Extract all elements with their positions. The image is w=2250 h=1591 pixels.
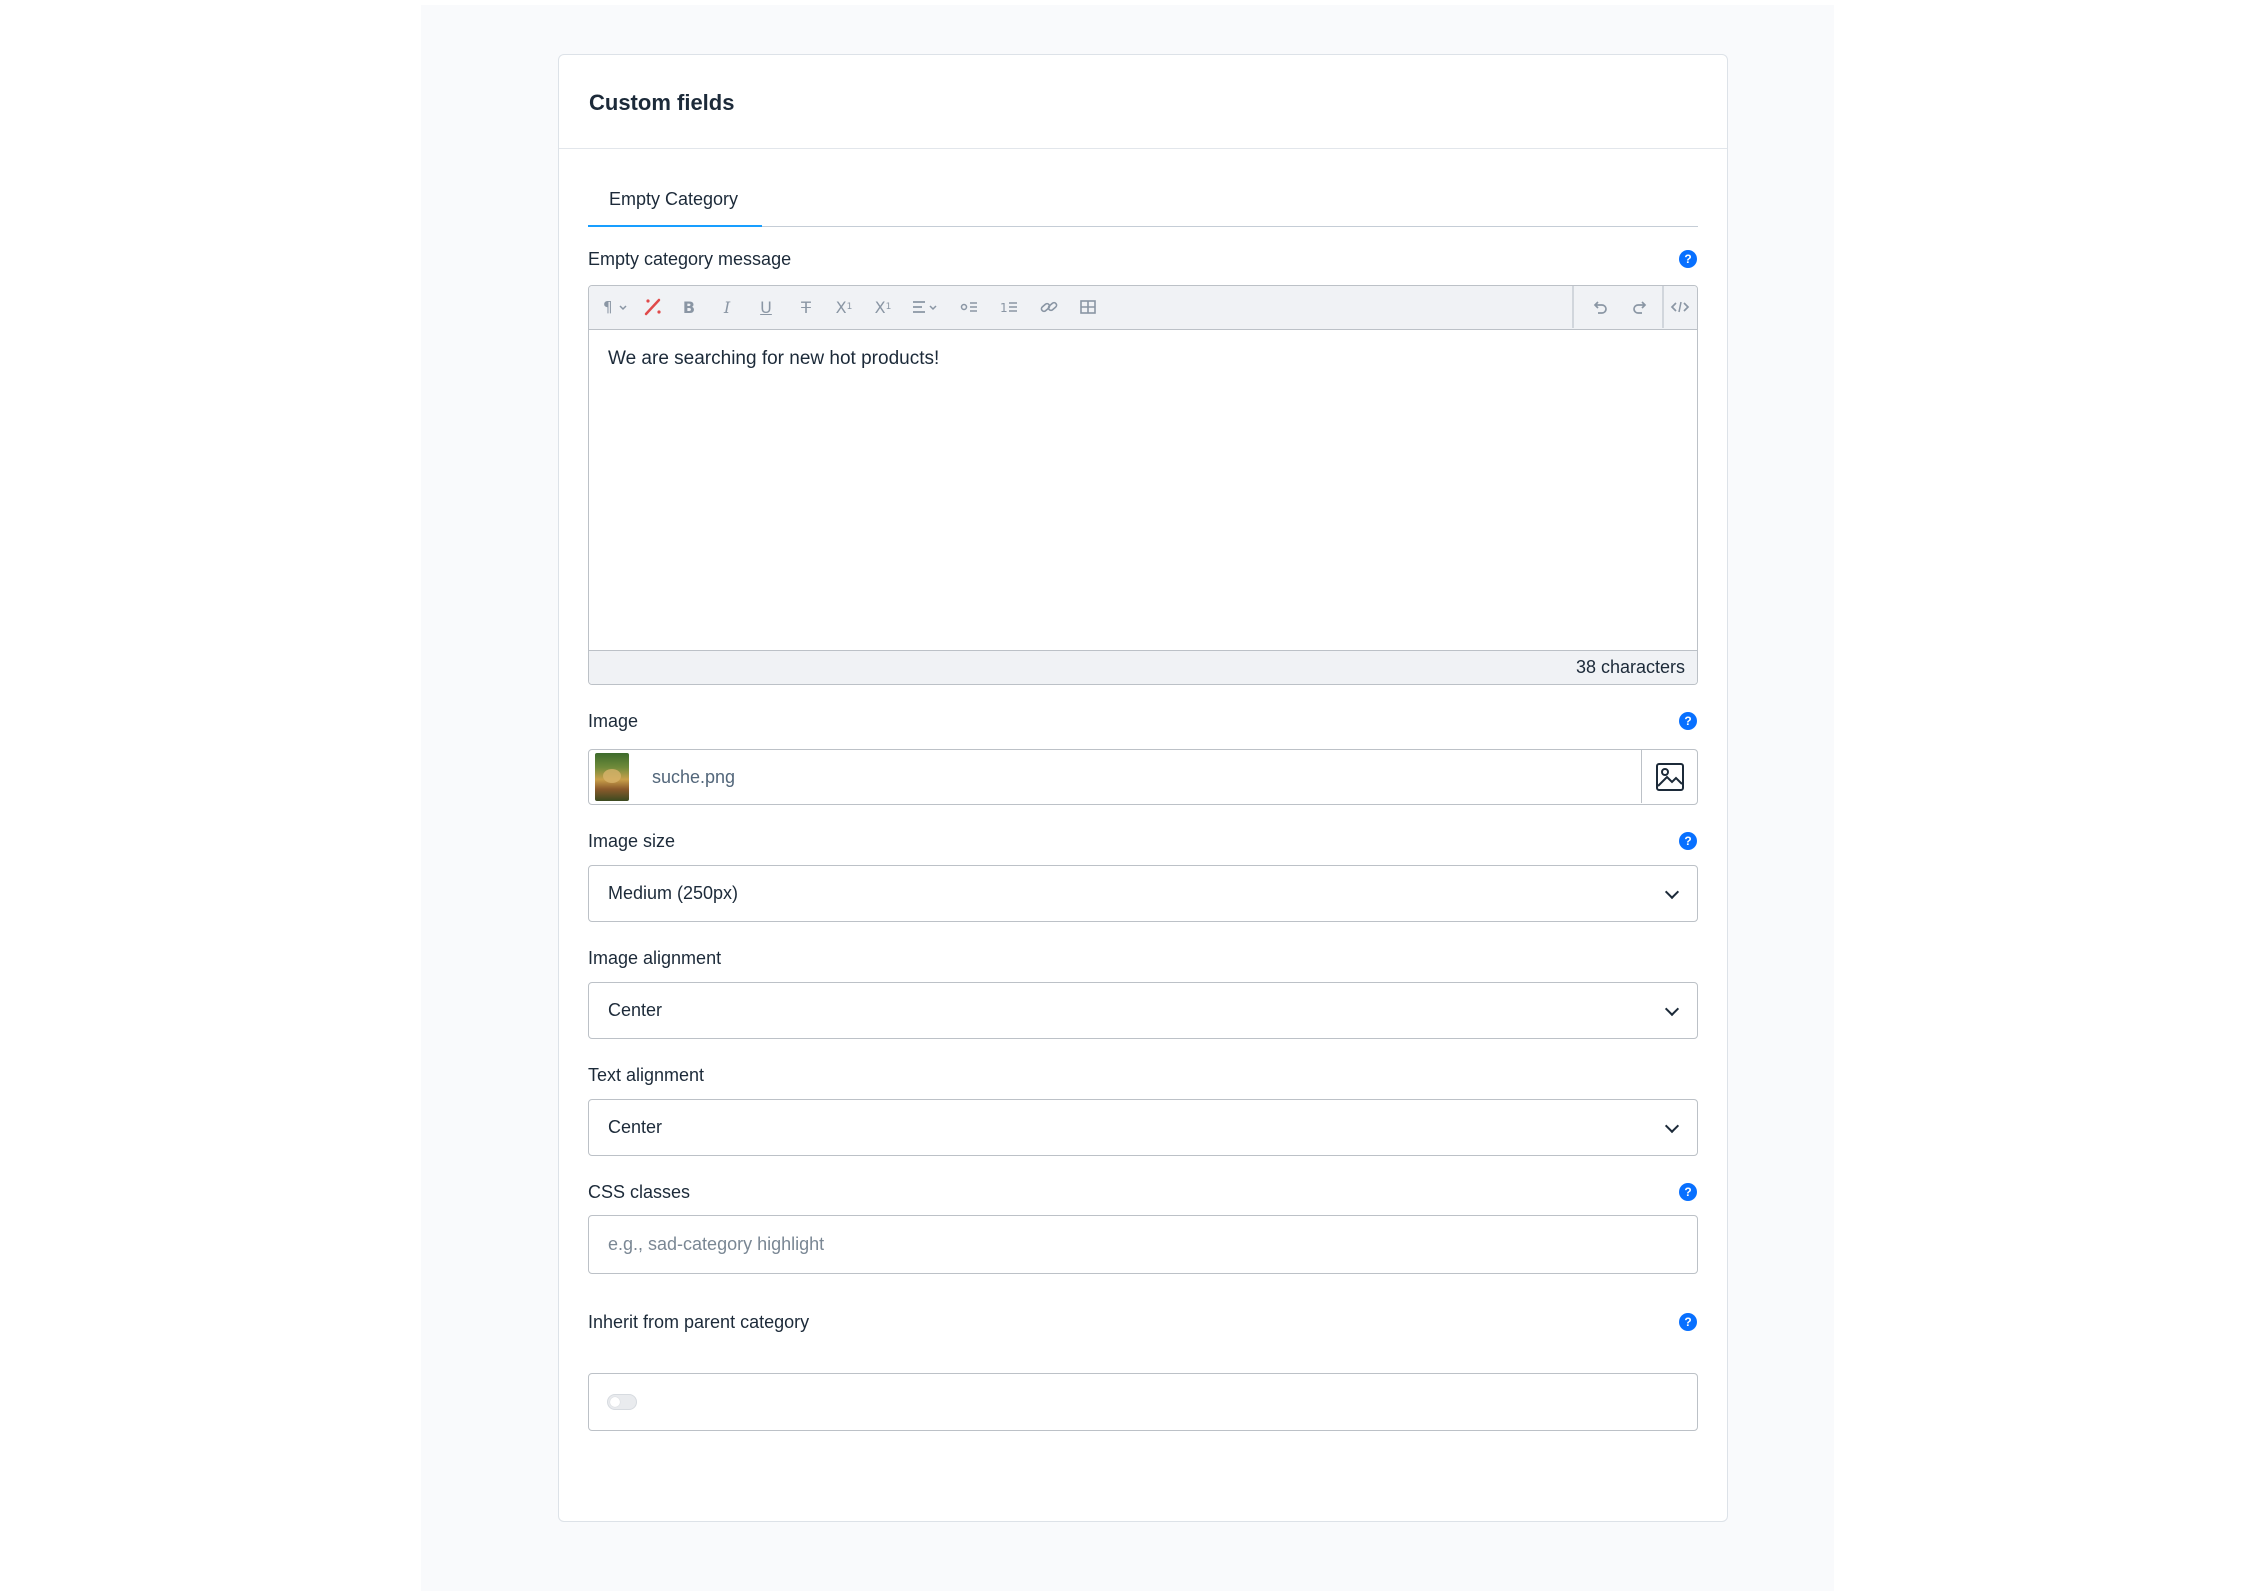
- css-classes-label-row: CSS classes ?: [588, 1180, 1698, 1204]
- text-alignment-select[interactable]: Center: [588, 1099, 1698, 1156]
- image-label-row: Image ?: [588, 709, 1698, 733]
- table-icon[interactable]: [1077, 297, 1099, 317]
- css-classes-input[interactable]: [588, 1215, 1698, 1274]
- help-icon[interactable]: ?: [1679, 250, 1697, 268]
- text-alignment-label: Text alignment: [588, 1064, 705, 1085]
- paragraph-format-icon[interactable]: ¶: [601, 297, 631, 317]
- code-view-icon[interactable]: [1669, 297, 1691, 317]
- message-label-row: Empty category message ?: [588, 247, 1698, 271]
- help-icon[interactable]: ?: [1679, 712, 1697, 730]
- inherit-toggle[interactable]: [607, 1394, 637, 1410]
- chevron-down-icon: [1664, 1001, 1680, 1016]
- image-alignment-value: Center: [608, 1000, 663, 1020]
- chevron-down-icon: [1664, 884, 1680, 899]
- image-size-label: Image size: [588, 830, 676, 851]
- italic-icon[interactable]: I: [717, 297, 737, 317]
- text-alignment-value: Center: [608, 1117, 663, 1137]
- help-icon[interactable]: ?: [1679, 1313, 1697, 1331]
- image-label: Image: [588, 710, 639, 731]
- image-alignment-select[interactable]: Center: [588, 982, 1698, 1039]
- message-label: Empty category message: [588, 248, 792, 269]
- help-icon[interactable]: ?: [1679, 832, 1697, 850]
- toolbar-divider: [1662, 286, 1664, 328]
- editor-toolbar: ¶ B I U T X1 X1 1: [589, 286, 1697, 330]
- ordered-list-icon[interactable]: 1: [999, 297, 1021, 317]
- character-counter: 38 characters: [589, 650, 1697, 684]
- image-alignment-label: Image alignment: [588, 947, 722, 968]
- strikethrough-icon[interactable]: T: [796, 297, 816, 317]
- inherit-label-row: Inherit from parent category ?: [588, 1310, 1698, 1334]
- subscript-icon[interactable]: X1: [872, 297, 894, 317]
- card-title: Custom fields: [589, 89, 735, 115]
- image-upload-field[interactable]: suche.png: [588, 749, 1698, 805]
- image-size-label-row: Image size ?: [588, 829, 1698, 853]
- image-thumbnail: [595, 753, 629, 801]
- link-icon[interactable]: [1038, 297, 1060, 317]
- superscript-icon[interactable]: X1: [833, 297, 855, 317]
- css-classes-label: CSS classes: [588, 1181, 691, 1202]
- tab-bar: Empty Category: [588, 185, 1698, 227]
- media-select-button[interactable]: [1641, 750, 1697, 803]
- image-size-select[interactable]: Medium (250px): [588, 865, 1698, 922]
- underline-icon[interactable]: U: [756, 297, 776, 317]
- tab-empty-category[interactable]: Empty Category: [588, 185, 762, 227]
- svg-text:1: 1: [1000, 301, 1008, 315]
- css-classes-wrapper: [588, 1215, 1698, 1274]
- inherit-switch-field: [588, 1373, 1698, 1431]
- svg-text:¶: ¶: [603, 298, 613, 316]
- chevron-down-icon: [1664, 1118, 1680, 1133]
- image-size-value: Medium (250px): [608, 883, 739, 903]
- custom-fields-card: Custom fields Empty Category Empty categ…: [558, 54, 1728, 1522]
- text-align-icon[interactable]: [911, 297, 943, 317]
- image-file-name: suche.png: [652, 766, 736, 787]
- bold-icon[interactable]: B: [679, 297, 699, 317]
- image-icon: [1655, 762, 1684, 791]
- toolbar-divider: [1572, 286, 1574, 328]
- text-alignment-label-row: Text alignment: [588, 1063, 1698, 1087]
- unordered-list-icon[interactable]: [959, 297, 981, 317]
- image-alignment-label-row: Image alignment: [588, 946, 1698, 970]
- redo-icon[interactable]: [1629, 297, 1651, 317]
- undo-icon[interactable]: [1589, 297, 1611, 317]
- card-header: Custom fields: [559, 55, 1727, 149]
- help-icon[interactable]: ?: [1679, 1183, 1697, 1201]
- rich-text-editor: ¶ B I U T X1 X1 1 We are searching for n…: [588, 285, 1698, 685]
- editor-content[interactable]: We are searching for new hot products!: [589, 330, 1697, 617]
- card-body: Empty Category Empty category message ? …: [559, 185, 1727, 1431]
- remove-format-icon[interactable]: [642, 297, 664, 317]
- inherit-label: Inherit from parent category: [588, 1311, 810, 1332]
